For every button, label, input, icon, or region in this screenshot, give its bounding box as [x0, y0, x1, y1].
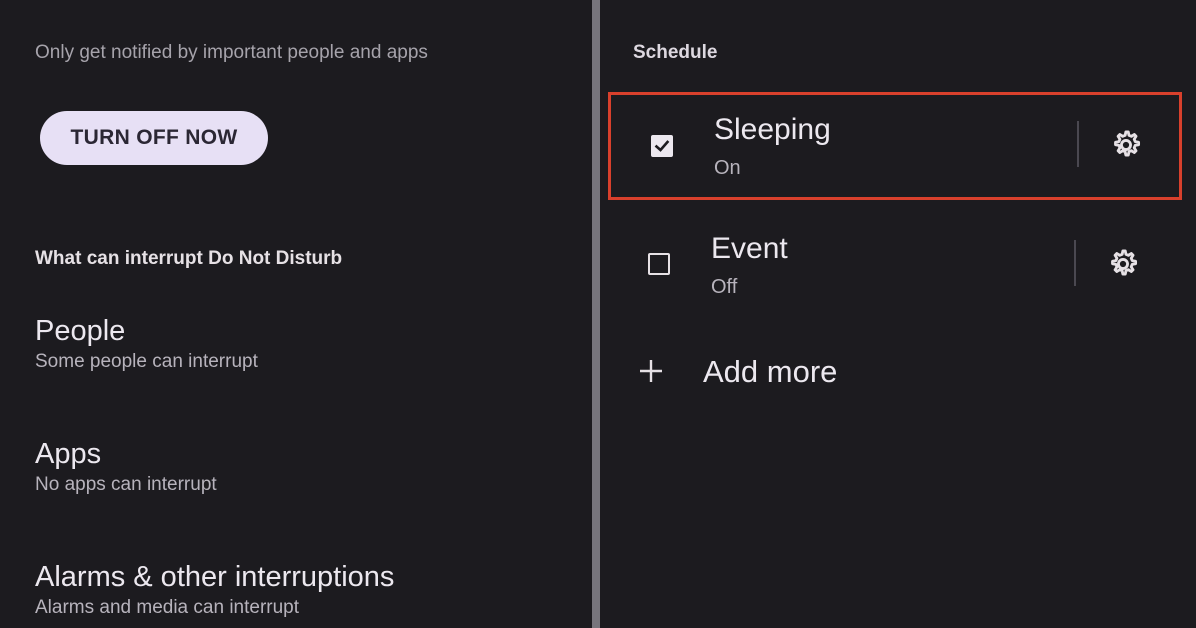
- dnd-settings-screen: Only get notified by important people an…: [0, 0, 1196, 628]
- apps-title: Apps: [35, 438, 102, 470]
- plus-icon: [640, 360, 662, 382]
- sleeping-title: Sleeping: [714, 113, 831, 146]
- turn-off-now-button[interactable]: TURN OFF NOW: [40, 111, 268, 165]
- sleeping-checkbox[interactable]: [651, 135, 673, 157]
- alarms-subtitle: Alarms and media can interrupt: [35, 597, 300, 618]
- gear-icon[interactable]: [1106, 247, 1140, 281]
- apps-subtitle: No apps can interrupt: [35, 474, 217, 495]
- schedule-row-event[interactable]: Event Off: [608, 214, 1182, 322]
- schedule-row-sleeping[interactable]: Sleeping On: [608, 92, 1182, 200]
- add-more-label: Add more: [703, 354, 838, 389]
- panel-divider: [592, 0, 600, 628]
- checkmark-icon: [654, 140, 670, 152]
- interrupt-section-heading: What can interrupt Do Not Disturb: [35, 248, 343, 269]
- event-status: Off: [711, 276, 738, 298]
- alarms-setting[interactable]: Alarms & other interruptions Alarms and …: [35, 560, 394, 620]
- alarms-title: Alarms & other interruptions: [35, 561, 395, 593]
- add-more-button[interactable]: Add more: [608, 340, 1182, 404]
- people-subtitle: Some people can interrupt: [35, 351, 258, 372]
- sleeping-status: On: [714, 157, 741, 179]
- schedule-heading: Schedule: [633, 42, 718, 63]
- gear-icon[interactable]: [1109, 128, 1143, 162]
- people-setting[interactable]: People Some people can interrupt: [35, 314, 258, 374]
- event-title: Event: [711, 232, 788, 265]
- row-separator: [1074, 240, 1076, 286]
- schedule-panel: Schedule Sleeping On Event Off Add more: [600, 0, 1196, 628]
- dnd-left-panel: Only get notified by important people an…: [0, 0, 592, 628]
- event-checkbox[interactable]: [648, 253, 670, 275]
- people-title: People: [35, 315, 126, 347]
- row-separator: [1077, 121, 1079, 167]
- apps-setting[interactable]: Apps No apps can interrupt: [35, 437, 217, 497]
- dnd-description: Only get notified by important people an…: [35, 42, 428, 63]
